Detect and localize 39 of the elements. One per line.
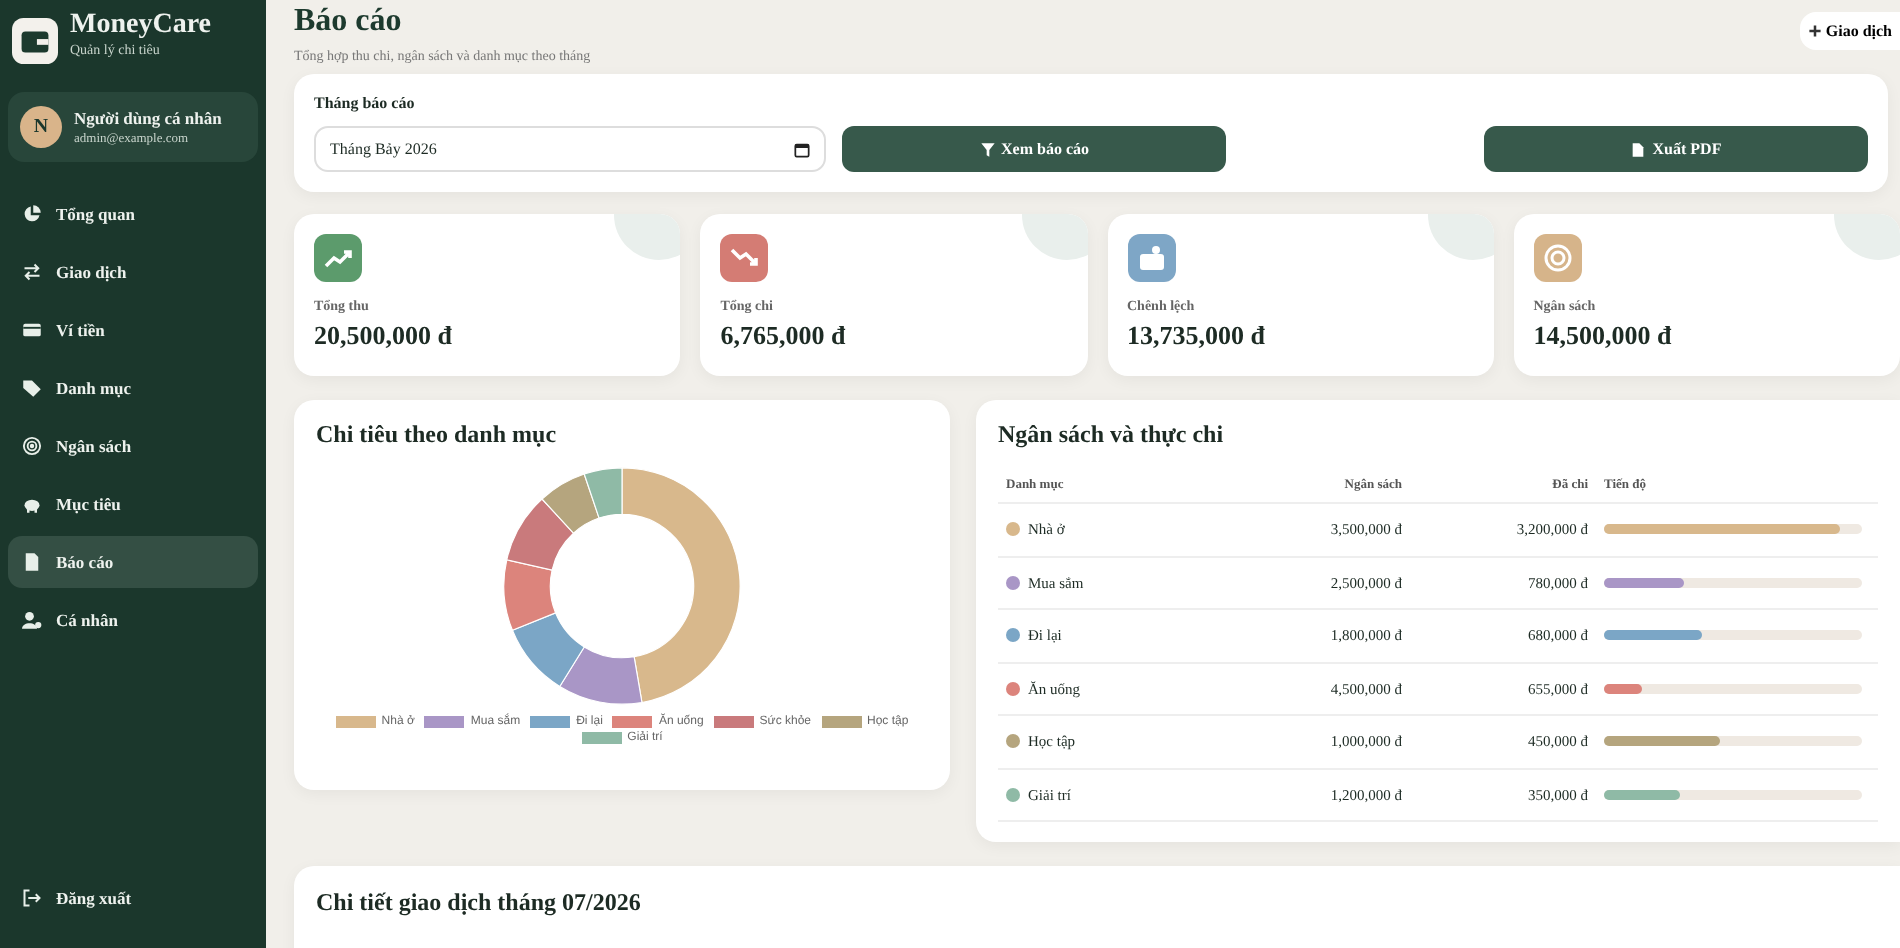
- stat-value: 6,765,000 đ: [720, 320, 848, 352]
- view-report-button[interactable]: Xem báo cáo: [842, 126, 1226, 172]
- wallet-icon: [12, 18, 58, 64]
- target-icon: [22, 436, 42, 456]
- pie-chart-icon: [22, 204, 42, 224]
- sidebar-item[interactable]: Ví tiền: [8, 304, 258, 356]
- sidebar-item[interactable]: Báo cáo: [8, 536, 258, 588]
- month-field[interactable]: Tháng Bảy 2026: [314, 126, 826, 172]
- sidebar-item[interactable]: Mục tiêu: [8, 478, 258, 530]
- sidebar-item[interactable]: Giao dịch: [8, 246, 258, 298]
- document-icon: [22, 552, 42, 572]
- budget-title: Ngân sách và thực chi: [998, 420, 1226, 450]
- logout-button[interactable]: Đăng xuất: [8, 872, 258, 924]
- sidebar-item[interactable]: Cá nhân: [8, 594, 258, 646]
- swap-icon: [22, 262, 42, 282]
- stat-value: 14,500,000 đ: [1533, 320, 1674, 352]
- export-pdf-button[interactable]: Xuất PDF: [1484, 126, 1868, 172]
- stat-value: 13,735,000 đ: [1127, 320, 1267, 352]
- sidebar-item[interactable]: Tổng quan: [8, 188, 258, 240]
- details-title: Chi tiết giao dịch tháng 07/2026: [316, 888, 643, 918]
- chart-title: Chi tiêu theo danh mục: [316, 420, 559, 450]
- filter-icon: [979, 141, 995, 157]
- user-icon: [22, 610, 42, 630]
- sidebar-item[interactable]: Danh mục: [8, 362, 258, 414]
- plus-icon: [1807, 24, 1822, 38]
- stat-value: 20,500,000 đ: [314, 320, 454, 352]
- logout-icon: [22, 888, 42, 908]
- document-icon: [1630, 141, 1647, 157]
- user-name: Người dùng cá nhân: [74, 108, 222, 128]
- add-transaction-button[interactable]: Giao dịch: [1799, 12, 1900, 50]
- piggy-bank-icon: [22, 494, 42, 514]
- app-name: MoneyCare: [70, 10, 211, 42]
- calendar-icon: [794, 141, 810, 157]
- tag-icon: [22, 378, 42, 398]
- month-label: Tháng báo cáo: [314, 94, 417, 112]
- page-title: Báo cáo: [294, 4, 404, 40]
- avatar: N: [20, 106, 62, 148]
- sidebar-item[interactable]: Ngân sách: [8, 420, 258, 472]
- card-icon: [22, 320, 42, 340]
